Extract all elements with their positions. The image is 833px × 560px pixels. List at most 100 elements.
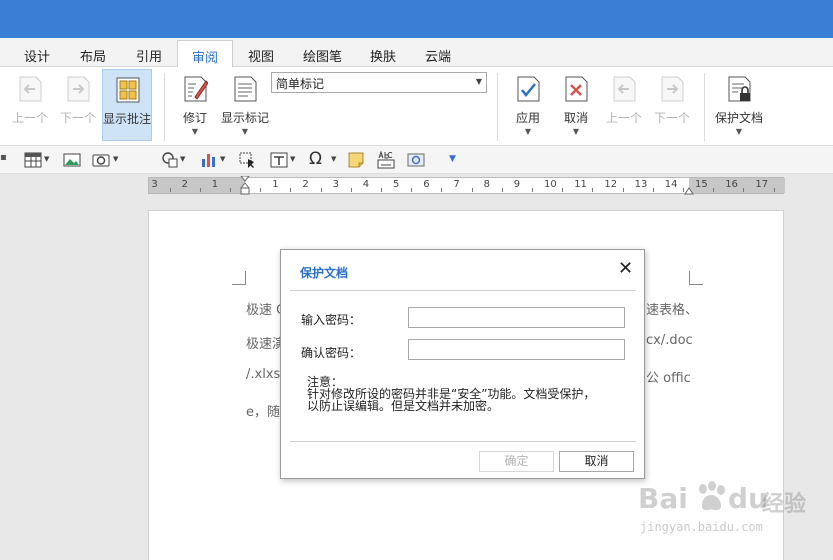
chevron-down-icon[interactable]: ▼ [180, 155, 185, 173]
ruler-tick [169, 188, 171, 192]
ruler-tick [773, 188, 775, 192]
chevron-down-icon: ▼ [191, 127, 199, 136]
table-icon[interactable] [24, 151, 42, 169]
chevron-down-icon: ▼ [572, 127, 580, 136]
screenshot-icon[interactable] [92, 151, 110, 169]
chevron-down-icon[interactable]: ▼ [290, 155, 295, 173]
arrow-right-icon [661, 76, 684, 102]
ruler-tick [411, 188, 413, 192]
field-icon[interactable] [377, 151, 395, 169]
chevron-down-icon[interactable]: ▼ [113, 155, 118, 173]
ribbon-divider [704, 73, 705, 141]
protect-document-button[interactable]: 保护文档 ▼ [714, 69, 764, 141]
ruler-tick [622, 188, 624, 192]
right-indent-marker-icon[interactable] [684, 186, 694, 195]
textbox-icon[interactable] [270, 151, 288, 169]
ruler-tick [743, 188, 745, 192]
next-change-label: 下一个 [653, 111, 690, 125]
arrow-right-icon [67, 76, 90, 102]
ruler-tick [652, 188, 654, 192]
dialog-divider [290, 441, 636, 442]
toolbar-grip: ▪ [0, 152, 7, 163]
ruler-number: 1 [272, 179, 279, 190]
next-change-button[interactable]: 下一个 [647, 69, 697, 141]
ruler-tick [562, 188, 564, 192]
password-input[interactable] [408, 307, 625, 328]
chevron-down-icon: ▼ [524, 127, 532, 136]
tab-view[interactable]: 视图 [248, 46, 274, 65]
ribbon-divider [497, 73, 498, 141]
protect-document-dialog: 保护文档 ✕ 输入密码： 确认密码： 注意： 针对修改所设的密码并非是“安全”功… [280, 249, 645, 479]
tab-skin[interactable]: 换肤 [370, 46, 396, 65]
previous-comment-button[interactable]: 上一个 [5, 69, 55, 141]
tab-review[interactable]: 审阅 [177, 40, 234, 68]
shapes-icon[interactable] [161, 151, 179, 169]
close-icon[interactable]: ✕ [618, 260, 633, 278]
show-comments-label: 显示批注 [102, 112, 151, 126]
reject-icon [565, 76, 588, 102]
ruler-number: 5 [393, 179, 400, 190]
media-icon[interactable] [407, 151, 425, 169]
watermark-brand: Bai [638, 482, 688, 515]
ruler-tick [260, 188, 262, 192]
select-icon[interactable] [239, 151, 257, 169]
ruler-number: 1 [211, 179, 219, 190]
previous-change-button[interactable]: 上一个 [599, 69, 649, 141]
tab-layout[interactable]: 布局 [80, 46, 106, 65]
ruler-tick [199, 188, 201, 192]
tab-cloud[interactable]: 云端 [425, 46, 451, 65]
document-text-line: /.xlxs/ [246, 367, 285, 382]
ruler-number: 2 [181, 179, 188, 190]
confirm-password-input[interactable] [408, 339, 625, 360]
show-markup-label: 显示标记 [220, 111, 269, 125]
note-line: 以防止误编辑。但是文档并未加密。 [307, 399, 500, 413]
confirm-password-label: 确认密码： [301, 346, 362, 360]
markup-mode-select[interactable]: 简单标记 ▼ [271, 72, 487, 93]
arrow-left-icon [613, 76, 636, 102]
tab-design[interactable]: 设计 [24, 46, 50, 65]
chevron-down-icon[interactable]: ▼ [220, 155, 225, 173]
reject-change-button[interactable]: 取消 ▼ [551, 69, 601, 141]
chevron-down-icon[interactable]: ▼ [44, 155, 49, 173]
document-text-line: cx/.doc [646, 333, 693, 348]
cancel-button[interactable]: 取消 [559, 451, 634, 472]
ruler-number: 11 [574, 179, 587, 190]
protect-document-icon [728, 76, 751, 102]
tab-drawing-pen[interactable]: 绘图笔 [303, 46, 342, 65]
ruler-number: 17 [755, 179, 769, 190]
more-icon[interactable]: ▼ [449, 154, 456, 172]
show-comments-icon [116, 77, 140, 103]
show-markup-button[interactable]: 显示标记 ▼ [220, 69, 270, 141]
symbol-icon[interactable]: Ω [309, 149, 322, 169]
dialog-title: 保护文档 [300, 266, 349, 280]
ruler-number: 7 [453, 179, 460, 190]
document-text-line: 公 offic [646, 371, 691, 386]
note-icon[interactable] [347, 151, 365, 169]
ruler-tick [380, 188, 382, 192]
ruler-tick [229, 188, 231, 192]
ruler-tick [471, 188, 473, 192]
show-comments-button[interactable]: 显示批注 [102, 69, 152, 141]
horizontal-ruler[interactable]: 3 2 1 1 2 3 4 5 6 7 8 9 10 11 12 13 14 15 16 17 [148, 176, 785, 196]
ribbon-review: 上一个 下一个 显示批注 修订 ▼ 显示标记 ▼ 简单标记 ▼ 应用 ▼ 取消 … [0, 67, 833, 146]
next-comment-button[interactable]: 下一个 [53, 69, 103, 141]
chevron-down-icon[interactable]: ▼ [331, 155, 336, 173]
indent-marker-icon[interactable] [240, 176, 250, 196]
chevron-down-icon: ▼ [735, 127, 743, 136]
tab-references[interactable]: 引用 [136, 46, 162, 65]
chart-icon[interactable] [200, 151, 218, 169]
menu-bar: 设计 布局 引用 审阅 视图 绘图笔 换肤 云端 [0, 38, 833, 68]
ruler-number: 2 [302, 179, 309, 190]
ruler-tick [290, 188, 292, 192]
ruler-tick [501, 188, 503, 192]
insert-toolbar: ▪ ▼ ▼ ▼ ▼ ▼ Ω ▼ ▼ [0, 146, 833, 174]
track-changes-button[interactable]: 修订 ▼ [170, 69, 220, 141]
accept-change-button[interactable]: 应用 ▼ [503, 69, 553, 141]
ok-button[interactable]: 确定 [479, 451, 554, 472]
ruler-tick [592, 188, 594, 192]
ruler-number: 6 [423, 179, 430, 190]
password-label: 输入密码： [301, 313, 362, 327]
picture-icon[interactable] [63, 151, 81, 169]
margin-corner-mark [689, 271, 703, 285]
markup-mode-value: 简单标记 [276, 77, 325, 91]
